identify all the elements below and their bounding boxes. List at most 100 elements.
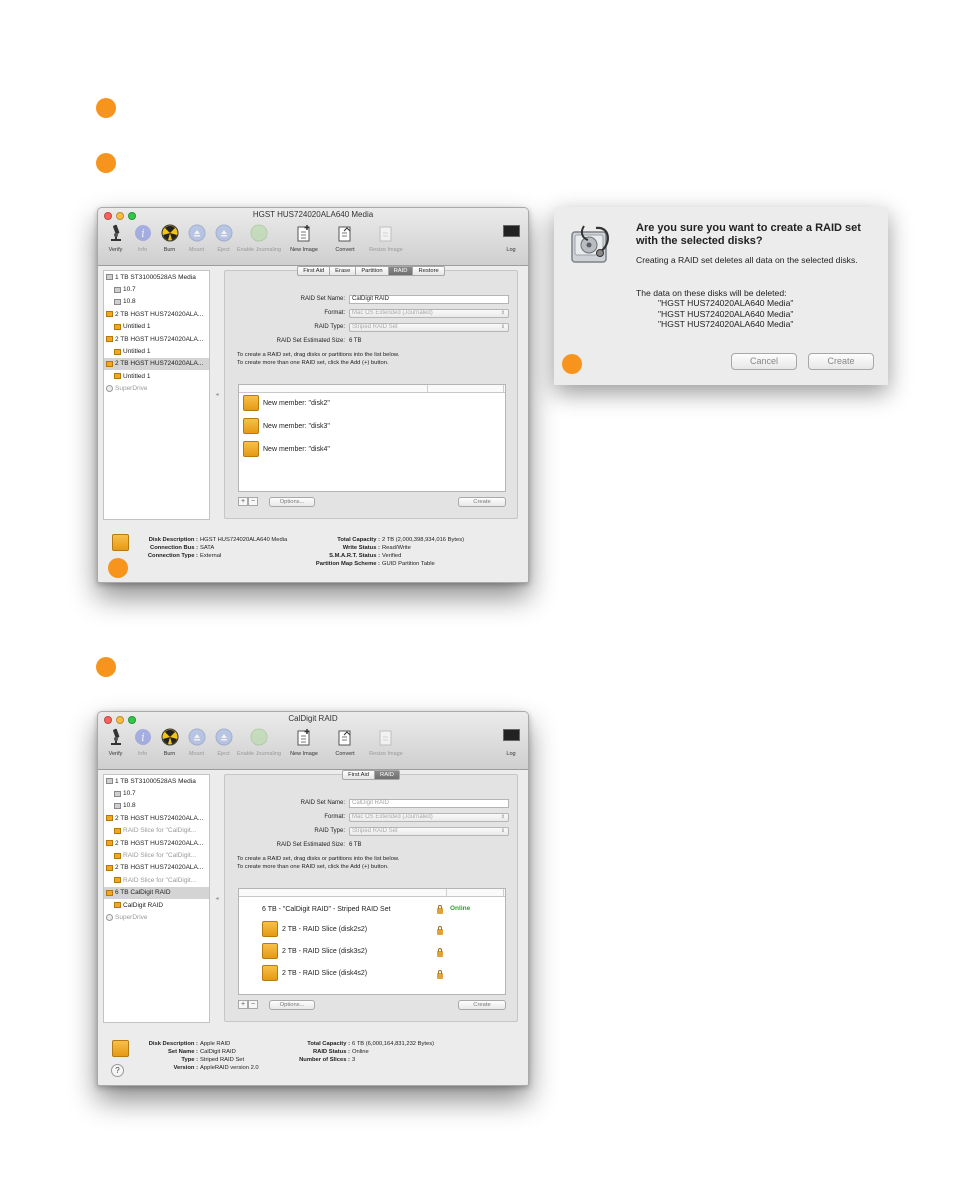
svg-text:i: i xyxy=(141,227,145,240)
tab-raid[interactable]: RAID xyxy=(388,266,414,276)
toolbar-eject-button[interactable]: Eject xyxy=(210,222,237,260)
toolbar-eject-button[interactable]: Eject xyxy=(210,726,237,764)
add-button[interactable]: + xyxy=(238,497,248,506)
member-label: New member: "disk2" xyxy=(263,399,330,407)
tab-partition[interactable]: Partition xyxy=(356,266,389,276)
raid-type-value: Striped RAID Set xyxy=(352,828,398,834)
sidebar-item[interactable]: 2 TB HGST HUS724020ALA... xyxy=(104,357,209,371)
sidebar-item-label: 2 TB HGST HUS724020ALA... xyxy=(115,864,204,872)
sidebar-item-label: 2 TB HGST HUS724020ALA... xyxy=(115,360,204,368)
list-item[interactable]: New member: "disk4" xyxy=(243,441,330,457)
toolbar-burn-button[interactable]: Burn xyxy=(156,726,183,764)
sidebar-item[interactable]: 10.7 xyxy=(104,787,209,799)
remove-button[interactable]: − xyxy=(248,497,258,506)
help-button[interactable]: ? xyxy=(111,1064,124,1077)
tab-raid[interactable]: RAID xyxy=(375,770,400,780)
toolbar-enable-journaling-button[interactable]: Enable Journaling xyxy=(237,726,281,764)
toolbar-convert-button[interactable]: Convert xyxy=(327,726,363,764)
options-button[interactable]: Options... xyxy=(269,497,315,507)
svg-text:i: i xyxy=(141,731,145,744)
raid-set-row-label[interactable]: 6 TB - "CalDigit RAID" - Striped RAID Se… xyxy=(262,906,391,913)
toolbar-info-button[interactable]: i Info xyxy=(129,726,156,764)
toolbar-enable-journaling-button[interactable]: Enable Journaling xyxy=(237,222,281,260)
raid-member-list[interactable]: New member: "disk2" New member: "disk3" … xyxy=(238,384,506,492)
info-value: Online xyxy=(352,1049,369,1055)
list-item[interactable]: New member: "disk2" xyxy=(243,395,330,411)
list-item[interactable]: 2 TB - RAID Slice (disk4s2) xyxy=(262,965,367,981)
sidebar-item[interactable]: 1 TB ST31000528AS Media xyxy=(104,775,209,787)
sidebar-item[interactable]: Untitled 1 xyxy=(104,370,209,382)
split-view-handle[interactable]: ◂ xyxy=(214,895,220,902)
format-popup[interactable]: Mac OS Extended (Journaled) ⇕ xyxy=(349,309,509,318)
sidebar-item[interactable]: CalDigit RAID xyxy=(104,899,209,911)
toolbar-resize-image-button[interactable]: Resize Image xyxy=(363,726,409,764)
sidebar-item[interactable]: RAID Slice for "CalDigit... xyxy=(104,874,209,886)
toolbar-label: Burn xyxy=(163,751,176,757)
tab-erase[interactable]: Erase xyxy=(330,266,357,276)
sidebar-item[interactable]: RAID Slice for "CalDigit... xyxy=(104,825,209,837)
tab-first-aid[interactable]: First Aid xyxy=(297,266,331,276)
list-item[interactable]: 2 TB - RAID Slice (disk3s2) xyxy=(262,943,367,959)
estimated-size-label: RAID Set Estimated Size: xyxy=(276,338,345,344)
sidebar-item[interactable]: RAID Slice for "CalDigit... xyxy=(104,849,209,861)
toolbar-new-image-button[interactable]: New Image xyxy=(281,726,327,764)
sheet-title: Are you sure you want to create a RAID s… xyxy=(636,222,861,247)
sidebar-item[interactable]: Untitled 1 xyxy=(104,321,209,333)
list-item[interactable]: 2 TB - RAID Slice (disk2s2) xyxy=(262,921,367,937)
sidebar-item[interactable]: 6 TB CalDigit RAID xyxy=(104,886,209,899)
remove-button[interactable]: − xyxy=(248,1000,258,1009)
sidebar-item[interactable]: 2 TB HGST HUS724020ALA... xyxy=(104,308,209,320)
tab-first-aid[interactable]: First Aid xyxy=(342,770,376,780)
format-label: Format: xyxy=(324,310,345,316)
list-item[interactable]: New member: "disk3" xyxy=(243,418,330,434)
sidebar-item[interactable]: 2 TB HGST HUS724020ALA... xyxy=(104,837,209,849)
create-button[interactable]: Create xyxy=(458,497,506,507)
toolbar-burn-button[interactable]: Burn xyxy=(156,222,183,260)
sidebar-item[interactable]: 1 TB ST31000528AS Media xyxy=(104,271,209,283)
sidebar-item-label: 10.8 xyxy=(123,298,136,306)
toolbar-mount-button[interactable]: Mount xyxy=(183,726,210,764)
sidebar-item[interactable]: Untitled 1 xyxy=(104,345,209,357)
create-button[interactable]: Create xyxy=(458,1000,506,1010)
sidebar-item[interactable]: 2 TB HGST HUS724020ALA... xyxy=(104,862,209,874)
disk-utility-window-raid-setup: HGST HUS724020ALA640 Media Verify i Info Bu… xyxy=(97,207,529,583)
sidebar-item[interactable]: SuperDrive xyxy=(104,911,209,923)
raid-set-name-field[interactable]: CalDigit RAID xyxy=(349,799,509,808)
tab-restore[interactable]: Restore xyxy=(413,266,445,276)
toolbar-new-image-button[interactable]: New Image xyxy=(281,222,327,260)
toolbar-log[interactable]: Log xyxy=(500,222,522,253)
raid-set-list[interactable]: 6 TB - "CalDigit RAID" - Striped RAID Se… xyxy=(238,888,506,995)
raid-set-name-label: RAID Set Name: xyxy=(300,296,345,302)
cancel-button[interactable]: Cancel xyxy=(731,353,797,370)
toolbar-resize-image-button[interactable]: Resize Image xyxy=(363,222,409,260)
toolbar-verify-button[interactable]: Verify xyxy=(102,726,129,764)
raid-set-name-field[interactable]: CalDigit RAID xyxy=(349,295,509,304)
popup-arrows-icon: ⇕ xyxy=(500,310,505,316)
options-button[interactable]: Options... xyxy=(269,1000,315,1010)
confirm-create-button[interactable]: Create xyxy=(808,353,874,370)
add-button[interactable]: + xyxy=(238,1000,248,1009)
toolbar-log[interactable]: Log xyxy=(500,726,522,757)
raid-type-popup[interactable]: Striped RAID Set ⇕ xyxy=(349,827,509,836)
sidebar-item[interactable]: 10.7 xyxy=(104,283,209,295)
hard-drive-icon xyxy=(114,373,121,380)
toolbar-convert-button[interactable]: Convert xyxy=(327,222,363,260)
raid-type-popup[interactable]: Striped RAID Set ⇕ xyxy=(349,323,509,332)
split-view-handle[interactable]: ◂ xyxy=(214,391,220,398)
sidebar-item[interactable]: 10.8 xyxy=(104,296,209,308)
sidebar-item-label: 1 TB ST31000528AS Media xyxy=(115,777,196,785)
toolbar-info-button[interactable]: i Info xyxy=(129,222,156,260)
drive-icon xyxy=(262,943,278,959)
info-row: Partition Map Scheme : GUID Partition Tab… xyxy=(288,560,464,568)
toolbar-verify-button[interactable]: Verify xyxy=(102,222,129,260)
hard-drive-icon xyxy=(106,360,113,367)
sidebar-item[interactable]: SuperDrive xyxy=(104,383,209,395)
format-popup[interactable]: Mac OS Extended (Journaled) ⇕ xyxy=(349,813,509,822)
info-row: Number of Slices :3 xyxy=(278,1056,434,1064)
sidebar-item[interactable]: 10.8 xyxy=(104,800,209,812)
deleted-disks-intro: The data on these disks will be deleted: xyxy=(636,288,787,298)
info-row: Version : AppleRAID version 2.0 xyxy=(136,1064,259,1072)
sidebar-item[interactable]: 2 TB HGST HUS724020ALA... xyxy=(104,333,209,345)
toolbar-mount-button[interactable]: Mount xyxy=(183,222,210,260)
sidebar-item[interactable]: 2 TB HGST HUS724020ALA... xyxy=(104,812,209,824)
